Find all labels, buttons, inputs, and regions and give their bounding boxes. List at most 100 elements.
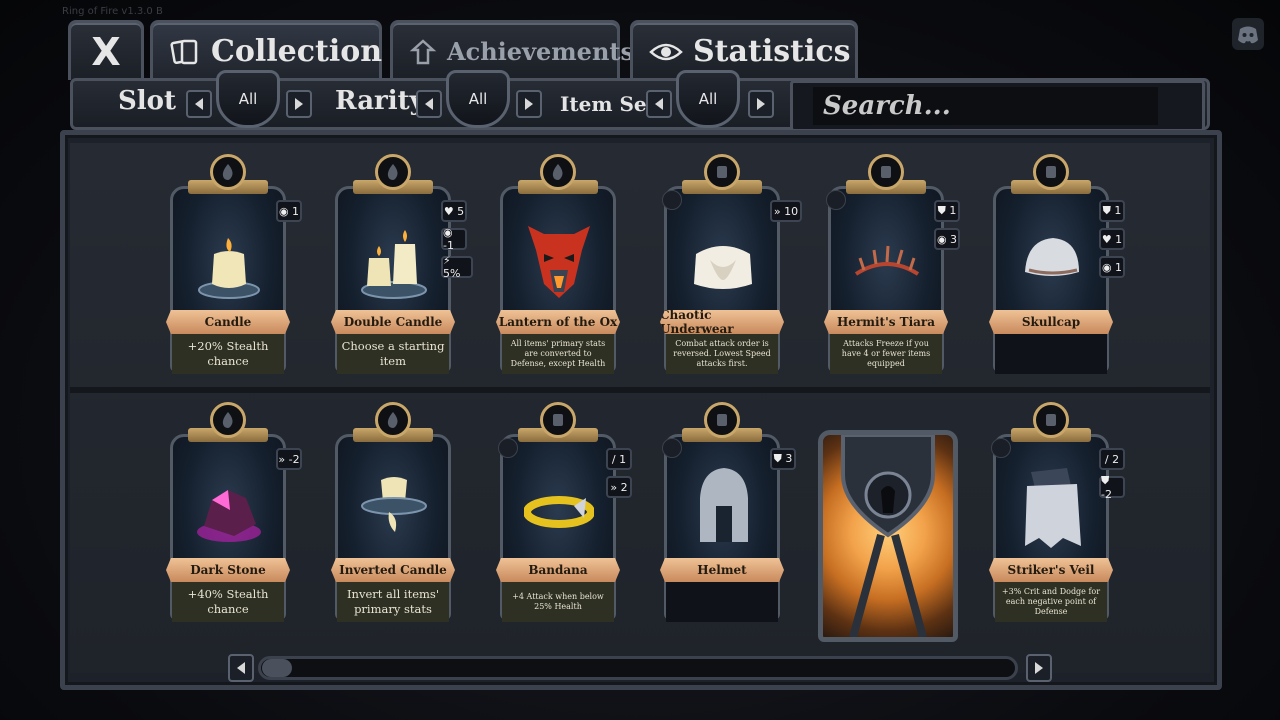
itemset-next-button[interactable] [748,90,774,118]
keyhole-lock-icon [841,433,935,639]
item-card-chaotic-underwear[interactable]: » 10 Chaotic Underwear Combat attack ord… [660,154,802,379]
hat-icon [991,438,1011,458]
tab-achievements-label: Achievements [447,37,634,66]
slot-icon [540,402,576,438]
helmet-art [700,468,748,542]
item-description: Invert all items' primary stats [337,582,449,622]
tab-collection-label: Collection [211,34,383,69]
item-description: Combat attack order is reversed. Lowest … [666,334,778,374]
item-card-hermits-tiara[interactable]: ⛊ 1 ◉ 3 Hermit's Tiara Attacks Freeze if… [824,154,960,379]
item-card-helmet[interactable]: ⛊ 3 Helmet [660,402,796,627]
item-card-candle[interactable]: ◉ 1 Candle +20% Stealth chance [166,154,302,379]
slot-icon [1033,154,1069,190]
stat-badge: / 1 [606,448,632,470]
stat-badge: » 10 [770,200,802,222]
flame-icon [375,402,411,438]
tab-statistics[interactable]: Statistics [630,20,858,80]
item-card-skullcap[interactable]: ⛊ 1 ♥ 1 ◉ 1 Skullcap [989,154,1125,379]
stat-badge: ◉ 1 [1099,256,1125,278]
item-description: Choose a starting item [337,334,449,374]
discord-icon[interactable] [1232,18,1264,50]
underwear-art [694,246,752,289]
itemset-prev-button[interactable] [646,90,672,118]
scrollbar-thumb[interactable] [262,659,292,677]
inverted-candle-art [361,477,427,532]
slot-icon [868,154,904,190]
item-description: Attacks Freeze if you have 4 or fewer it… [830,334,942,374]
item-description: +3% Crit and Dodge for each negative poi… [995,582,1107,622]
item-name: Hermit's Tiara [824,310,948,334]
slot-next-button[interactable] [286,90,312,118]
bandana-art [524,496,594,528]
item-description: +40% Stealth chance [172,582,284,622]
scroll-left-button[interactable] [228,654,254,682]
flame-icon [210,402,246,438]
scroll-right-button[interactable] [1026,654,1052,682]
eye-icon [649,38,683,66]
item-description [995,334,1107,374]
stat-badge: ♥ 1 [1099,228,1125,250]
item-name: Candle [166,310,290,334]
flame-icon [375,154,411,190]
tiara-art [854,245,920,276]
candle-art [198,238,260,299]
item-card-bandana[interactable]: / 1 » 2 Bandana +4 Attack when below 25%… [496,402,632,627]
double-candle-art [361,230,427,299]
horizontal-scrollbar[interactable] [258,656,1018,680]
rarity-value: All [446,70,510,128]
slot-icon [704,402,740,438]
item-name: Helmet [660,558,784,582]
item-card-strikers-veil[interactable]: / 2 ⛊ -2 Striker's Veil +3% Crit and Dod… [989,402,1125,627]
item-card-dark-stone[interactable]: » -2 Dark Stone +40% Stealth chance [166,402,302,627]
search-box: Search... [790,80,1205,132]
slot-prev-button[interactable] [186,90,212,118]
slot-icon [704,154,740,190]
stat-badge: ⛊ -2 [1099,474,1125,501]
item-name: Lantern of the Ox [496,310,620,334]
row-divider [70,387,1210,393]
item-card-double-candle[interactable]: ♥ 5 ◉ -1 ⚡ 5% Double Candle Choose a sta… [331,154,473,379]
stat-badge: » -2 [276,448,302,470]
tab-statistics-label: Statistics [693,34,851,69]
item-name: Dark Stone [166,558,290,582]
item-card-lantern-of-the-ox[interactable]: Lantern of the Ox All items' primary sta… [496,154,620,379]
item-name: Striker's Veil [989,558,1113,582]
slot-value: All [216,70,280,128]
slot-label: Slot [118,86,177,116]
ox-mask-art [528,226,590,298]
item-name: Double Candle [331,310,455,334]
slot-icon [1033,402,1069,438]
skullcap-art [1025,238,1079,276]
stat-badge: ◉ 3 [934,228,960,250]
flame-icon [540,154,576,190]
item-name: Bandana [496,558,620,582]
item-description: +4 Attack when below 25% Health [502,582,614,622]
dark-stone-art [197,490,261,542]
heart-icon [662,190,682,210]
trophy-icon [409,38,437,66]
stat-badge: » 2 [606,476,632,498]
version-text: Ring of Fire v1.3.0 B [62,6,163,17]
sword-icon [498,438,518,458]
stat-badge: ⛊ 3 [770,448,796,470]
sword-icon [662,438,682,458]
item-description: All items' primary stats are converted t… [502,334,614,374]
item-description: +20% Stealth chance [172,334,284,374]
search-input[interactable]: Search... [813,87,1158,125]
locked-item-card[interactable] [818,430,958,642]
stat-badge: ⚡ 5% [441,254,473,280]
stat-badge: ◉ -1 [441,226,467,252]
item-name: Inverted Candle [331,558,455,582]
item-name: Chaotic Underwear [660,310,784,334]
rarity-next-button[interactable] [516,90,542,118]
close-button[interactable]: X [68,20,144,80]
stat-badge: ♥ 5 [441,200,467,222]
rarity-prev-button[interactable] [416,90,442,118]
flame-icon [210,154,246,190]
itemset-value: All [676,70,740,128]
item-description [666,582,778,622]
veil-art [1025,468,1081,548]
cards-icon [169,36,201,68]
item-card-inverted-candle[interactable]: Inverted Candle Invert all items' primar… [331,402,455,627]
item-name: Skullcap [989,310,1113,334]
